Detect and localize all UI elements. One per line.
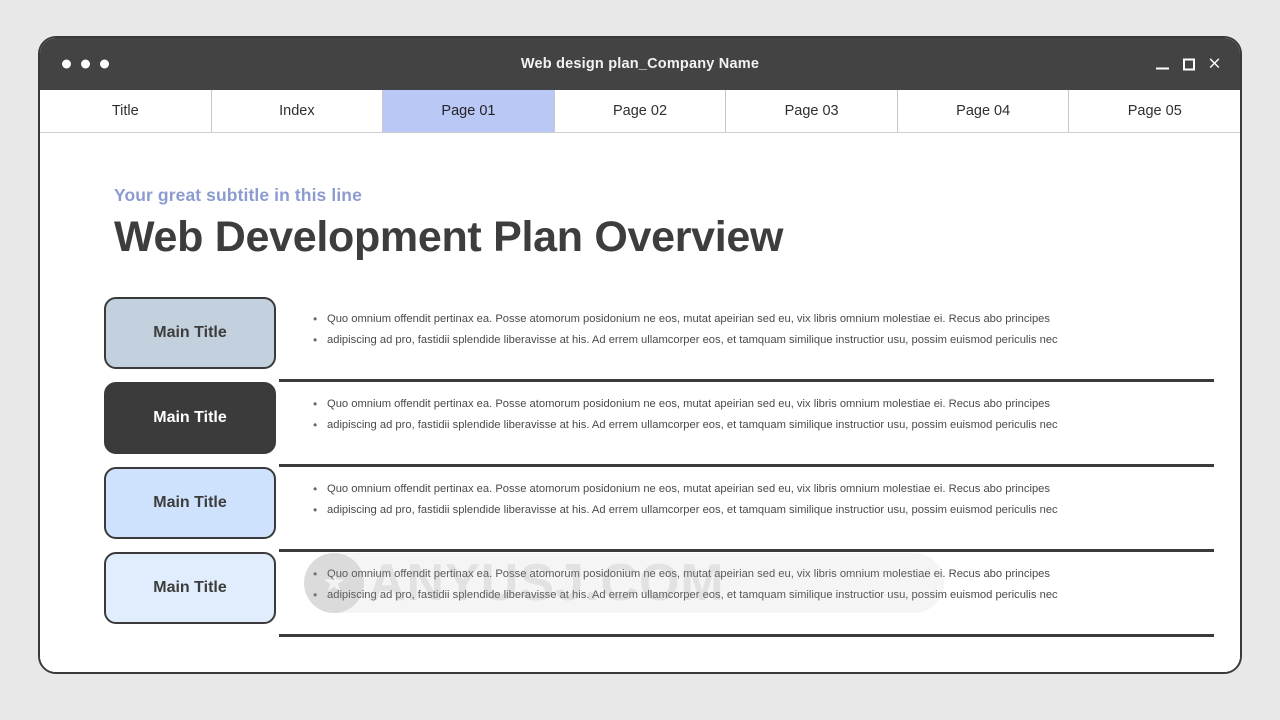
tab-label: Page 03 (784, 103, 839, 119)
tab-page-02[interactable]: Page 02 (554, 90, 727, 132)
bullet-item: • Quo omnium offendit pertinax ea. Posse … (313, 479, 1152, 500)
tab-page-04[interactable]: Page 04 (897, 90, 1070, 132)
row-title-pill[interactable]: Main Title (104, 382, 276, 454)
row-title-pill[interactable]: Main Title (104, 297, 276, 369)
content-row: Main Title • Quo omnium offendit pertinax … (104, 552, 1214, 637)
tab-label: Index (279, 103, 315, 119)
title-bar: Web design plan_Company Name × (40, 38, 1240, 90)
tab-label: Page 02 (613, 103, 668, 119)
minimize-icon[interactable] (1155, 57, 1170, 72)
bullet-marker-icon: • (313, 333, 318, 347)
bullet-item: • adipiscing ad pro, fastidii splendide l… (313, 415, 1152, 436)
bullet-item: • Quo omnium offendit pertinax ea. Posse … (313, 564, 1152, 585)
content-row: Main Title • Quo omnium offendit pertinax … (104, 382, 1214, 467)
row-bullet-list: • Quo omnium offendit pertinax ea. Posse … (313, 552, 1152, 606)
row-title-pill[interactable]: Main Title (104, 552, 276, 624)
row-title-label: Main Title (153, 579, 227, 596)
row-title-label: Main Title (153, 324, 227, 341)
dot-icon-3 (100, 59, 109, 69)
tab-bar: Title Index Page 01 Page 02 Page 03 Page 04 Pa… (40, 90, 1240, 133)
slide-canvas: Your great subtitle in this line Web Dev… (40, 133, 1240, 672)
bullet-text: Quo omnium offendit pertinax ea. Posse a… (327, 483, 1050, 495)
bullet-text: Quo omnium offendit pertinax ea. Posse a… (327, 568, 1050, 580)
page-title: Web Development Plan Overview (114, 213, 784, 261)
dot-icon-2 (81, 59, 90, 69)
tab-label: Title (111, 103, 139, 119)
bullet-marker-icon: • (313, 567, 318, 581)
bullet-item: • Quo omnium offendit pertinax ea. Posse … (313, 394, 1152, 415)
window-dots (62, 59, 109, 69)
bullet-text: adipiscing ad pro, fastidii splendide li… (327, 504, 1058, 516)
bullet-text: Quo omnium offendit pertinax ea. Posse a… (327, 398, 1050, 410)
maximize-icon[interactable] (1181, 57, 1196, 72)
bullet-marker-icon: • (313, 418, 318, 432)
tab-label: Page 01 (441, 103, 496, 119)
slide-subtitle: Your great subtitle in this line (114, 185, 362, 205)
tab-page-01[interactable]: Page 01 (383, 90, 555, 132)
bullet-marker-icon: • (313, 503, 318, 517)
tab-label: Page 04 (956, 103, 1011, 119)
bullet-text: adipiscing ad pro, fastidii splendide li… (327, 334, 1058, 346)
row-bullet-list: • Quo omnium offendit pertinax ea. Posse … (313, 382, 1152, 436)
tab-label: Page 05 (1127, 103, 1182, 119)
row-bullet-list: • Quo omnium offendit pertinax ea. Posse … (313, 467, 1152, 521)
bullet-text: Quo omnium offendit pertinax ea. Posse a… (327, 313, 1050, 325)
row-title-pill[interactable]: Main Title (104, 467, 276, 539)
bullet-marker-icon: • (313, 588, 318, 602)
tab-page-03[interactable]: Page 03 (726, 90, 898, 132)
bullet-marker-icon: • (313, 312, 318, 326)
content-rows: Main Title • Quo omnium offendit pertinax … (104, 297, 1214, 637)
tab-page-05[interactable]: Page 05 (1069, 90, 1240, 132)
bullet-marker-icon: • (313, 397, 318, 411)
bullet-marker-icon: • (313, 482, 318, 496)
row-bullet-list: • Quo omnium offendit pertinax ea. Posse … (313, 297, 1152, 351)
row-title-label: Main Title (153, 494, 227, 511)
content-row: Main Title • Quo omnium offendit pertinax … (104, 467, 1214, 552)
bullet-text: adipiscing ad pro, fastidii splendide li… (327, 419, 1058, 431)
close-icon[interactable]: × (1207, 55, 1222, 72)
app-window: Web design plan_Company Name × Title Inde… (38, 36, 1242, 674)
row-divider (279, 634, 1214, 637)
row-title-label: Main Title (153, 409, 227, 426)
window-title: Web design plan_Company Name (520, 56, 760, 72)
tab-index[interactable]: Index (211, 90, 384, 132)
dot-icon-1 (62, 59, 71, 69)
bullet-item: • adipiscing ad pro, fastidii splendide l… (313, 330, 1152, 351)
bullet-item: • Quo omnium offendit pertinax ea. Posse … (313, 309, 1152, 330)
tab-title[interactable]: Title (40, 90, 212, 132)
bullet-text: adipiscing ad pro, fastidii splendide li… (327, 589, 1058, 601)
content-row: Main Title • Quo omnium offendit pertinax … (104, 297, 1214, 382)
bullet-item: • adipiscing ad pro, fastidii splendide l… (313, 585, 1152, 606)
window-controls: × (1155, 55, 1222, 72)
bullet-item: • adipiscing ad pro, fastidii splendide l… (313, 500, 1152, 521)
